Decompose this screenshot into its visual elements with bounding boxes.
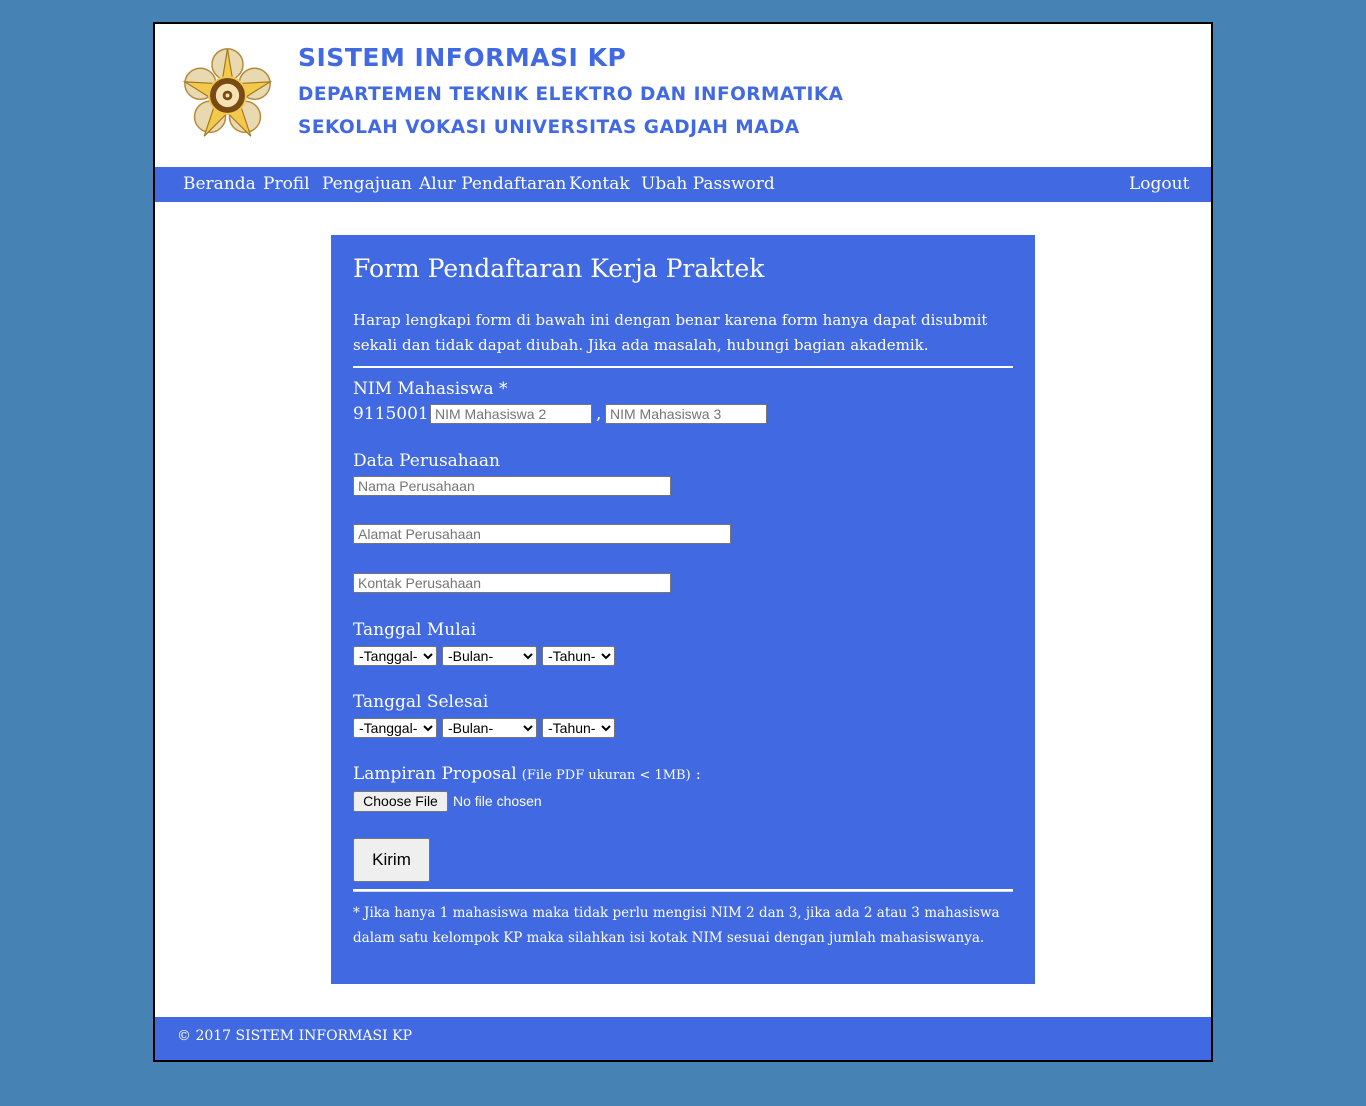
nav-item-kontak[interactable]: Kontak: [569, 174, 630, 194]
form-title: Form Pendaftaran Kerja Praktek: [353, 254, 765, 283]
nav-item-beranda[interactable]: Beranda: [183, 174, 256, 194]
nim-1-value: 9115001 ,: [353, 404, 440, 424]
attachment-colon: :: [695, 765, 701, 783]
company-address-input[interactable]: [353, 524, 731, 544]
submit-button[interactable]: Kirim: [353, 838, 430, 882]
choose-file-button[interactable]: Choose File: [353, 791, 448, 812]
start-month-select[interactable]: -Bulan-: [442, 646, 537, 666]
end-date-label: Tanggal Selesai: [353, 692, 489, 712]
start-year-select[interactable]: -Tahun-: [542, 646, 615, 666]
start-day-select[interactable]: -Tanggal-: [353, 646, 437, 666]
end-year-select[interactable]: -Tahun-: [542, 718, 615, 738]
logout-link[interactable]: Logout: [1129, 174, 1189, 194]
attachment-label-row: Lampiran Proposal (File PDF ukuran < 1MB…: [353, 764, 701, 784]
attachment-label: Lampiran Proposal: [353, 764, 517, 784]
end-day-select[interactable]: -Tanggal-: [353, 718, 437, 738]
copyright-text: © 2017 SISTEM INFORMASI KP: [177, 1028, 412, 1044]
form-intro: Harap lengkapi form di bawah ini dengan …: [353, 311, 988, 354]
footer: © 2017 SISTEM INFORMASI KP: [155, 1017, 1211, 1060]
form-note: * Jika hanya 1 mahasiswa maka tidak perl…: [353, 905, 1000, 946]
nim-3-input[interactable]: [605, 404, 767, 424]
divider: [353, 366, 1013, 368]
bottom-divider: [353, 889, 1013, 892]
site-title: SISTEM INFORMASI KP: [298, 43, 627, 72]
nav-item-ubah-password[interactable]: Ubah Password: [641, 174, 775, 194]
company-contact-input[interactable]: [353, 573, 671, 593]
start-date-label: Tanggal Mulai: [353, 620, 477, 640]
end-month-select[interactable]: -Bulan-: [442, 718, 537, 738]
nim-separator: ,: [596, 404, 602, 424]
school-name: SEKOLAH VOKASI UNIVERSITAS GADJAH MADA: [298, 117, 800, 138]
nav-item-profil[interactable]: Profil: [263, 174, 310, 194]
nim-label: NIM Mahasiswa *: [353, 379, 508, 399]
nav-item-pengajuan[interactable]: Pengajuan: [322, 174, 412, 194]
company-label: Data Perusahaan: [353, 451, 500, 471]
nav-item-alur-pendaftaran[interactable]: Alur Pendaftaran: [419, 174, 566, 194]
department-name: DEPARTEMEN TEKNIK ELEKTRO DAN INFORMATIK…: [298, 84, 844, 105]
company-name-input[interactable]: [353, 476, 671, 496]
main-nav: Beranda Profil Pengajuan Alur Pendaftara…: [155, 167, 1211, 202]
header: SISTEM INFORMASI KP DEPARTEMEN TEKNIK EL…: [155, 24, 1211, 167]
file-status: No file chosen: [453, 793, 542, 809]
attachment-hint: (File PDF ukuran < 1MB): [521, 768, 691, 783]
registration-form: Form Pendaftaran Kerja Praktek Harap len…: [331, 235, 1035, 984]
nim-2-input[interactable]: [430, 404, 592, 424]
university-seal-icon: [182, 48, 273, 137]
page-container: SISTEM INFORMASI KP DEPARTEMEN TEKNIK EL…: [153, 22, 1213, 1062]
